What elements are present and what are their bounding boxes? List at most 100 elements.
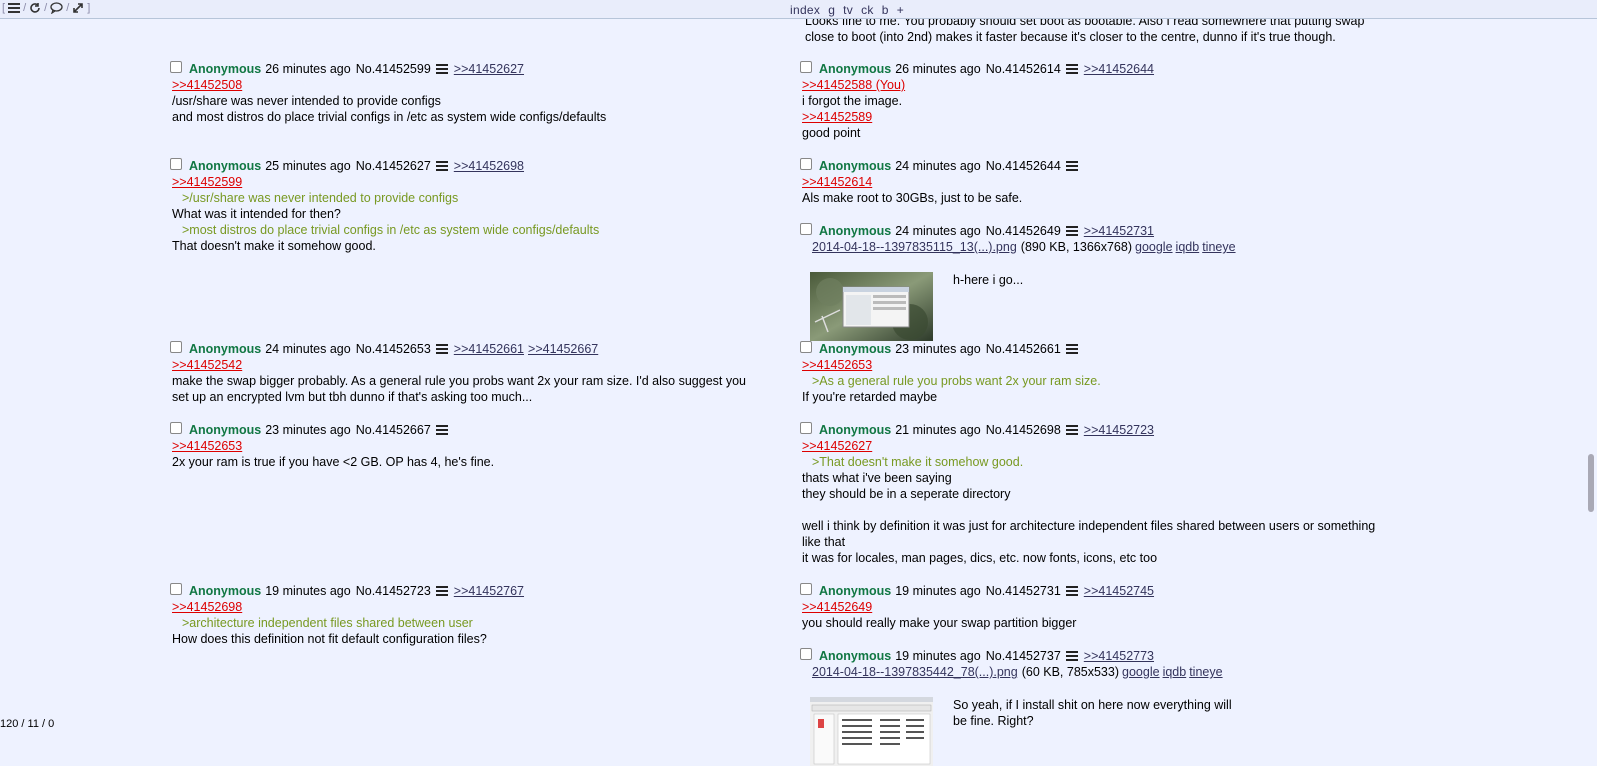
nav-link-tv[interactable]: tv <box>843 3 853 17</box>
quote-link[interactable]: >>41452508 <box>172 77 606 93</box>
post-text-line: it was for locales, man pages, dics, etc… <box>802 551 1158 565</box>
nav-link-add[interactable]: + <box>897 3 904 17</box>
expand-icon[interactable] <box>72 2 84 14</box>
image-thumbnail[interactable] <box>810 697 933 766</box>
nav-link-g[interactable]: g <box>828 3 835 17</box>
post-number[interactable]: No.41452627 <box>356 158 431 174</box>
scrollbar[interactable] <box>1583 19 1597 730</box>
search-link-google[interactable]: google <box>1122 665 1160 679</box>
post-body: >>41452508/usr/share was never intended … <box>170 77 606 125</box>
post-number[interactable]: No.41452723 <box>356 583 431 599</box>
post-menu-icon[interactable] <box>1065 586 1078 596</box>
backlink[interactable]: >>41452745 <box>1084 583 1154 599</box>
post-checkbox[interactable] <box>800 583 812 595</box>
post-menu-icon[interactable] <box>1065 226 1078 236</box>
backlink[interactable]: >>41452723 <box>1084 422 1154 438</box>
post-text-line: Als make root to 30GBs, just to be safe. <box>802 191 1023 205</box>
scrollbar-thumb[interactable] <box>1588 454 1594 512</box>
post-checkbox[interactable] <box>170 61 182 73</box>
post-body: >>41452649 you should really make your sw… <box>800 599 1158 631</box>
search-link-tineye[interactable]: tineye <box>1202 240 1235 254</box>
post-header: Anonymous 25 minutes ago No.41452627 >>4145… <box>170 158 599 174</box>
post-checkbox[interactable] <box>800 341 812 353</box>
post-menu-icon[interactable] <box>435 344 448 354</box>
post-checkbox[interactable] <box>800 61 812 73</box>
nav-link-ck[interactable]: ck <box>861 3 874 17</box>
nav-link-index[interactable]: index <box>790 3 820 17</box>
post-number[interactable]: No.41452644 <box>986 158 1061 174</box>
backlink[interactable]: >>41452698 <box>454 158 524 174</box>
post-checkbox[interactable] <box>800 648 812 660</box>
backlink[interactable]: >>41452644 <box>1084 61 1154 77</box>
file-link[interactable]: 2014-04-18--1397835115_13(...).png <box>812 240 1017 254</box>
poster-name: Anonymous <box>189 159 262 173</box>
post-menu-icon[interactable] <box>1065 425 1078 435</box>
post-number[interactable]: No.41452649 <box>986 223 1061 239</box>
quote-link[interactable]: >>41452588 (You) <box>802 77 1158 93</box>
quote-link[interactable]: >>41452614 <box>802 174 1084 190</box>
post-menu-icon[interactable] <box>1065 344 1078 354</box>
post: Anonymous 24 minutes ago No.41452653 >>4145… <box>170 341 746 405</box>
post-checkbox[interactable] <box>800 223 812 235</box>
post-number[interactable]: No.41452661 <box>986 341 1061 357</box>
quote-link[interactable]: >>41452599 <box>172 174 599 190</box>
backlink[interactable]: >>41452627 <box>454 61 524 77</box>
post-number[interactable]: No.41452599 <box>356 61 431 77</box>
quote-link[interactable]: >>41452542 <box>172 357 746 373</box>
post-number[interactable]: No.41452653 <box>356 341 431 357</box>
search-link-iqdb[interactable]: iqdb <box>1176 240 1200 254</box>
post-body: >>41452653 2x your ram is true if you hav… <box>170 438 494 470</box>
post-time: 26 minutes ago <box>895 62 981 76</box>
post-menu-icon[interactable] <box>1065 64 1078 74</box>
quote-link[interactable]: >>41452653 <box>802 357 1101 373</box>
menu-icon[interactable] <box>8 3 21 13</box>
post-menu-icon[interactable] <box>1065 161 1078 171</box>
post-checkbox[interactable] <box>170 341 182 353</box>
post-checkbox[interactable] <box>170 583 182 595</box>
backlink[interactable]: >>41452667 <box>528 341 598 357</box>
file-link[interactable]: 2014-04-18--1397835442_78(...).png <box>812 665 1018 679</box>
quote-link[interactable]: >>41452589 <box>802 109 1158 125</box>
post-header: Anonymous 26 minutes ago No.41452599 >>4145… <box>170 61 606 77</box>
post-menu-icon[interactable] <box>1065 651 1078 661</box>
poster-name: Anonymous <box>819 649 892 663</box>
backlink[interactable]: >>41452767 <box>454 583 524 599</box>
post-checkbox[interactable] <box>800 422 812 434</box>
post-header: Anonymous 23 minutes ago No.41452667 <box>170 422 494 438</box>
post: Anonymous 19 minutes ago No.41452737 >>4145… <box>800 648 1232 766</box>
post-menu-icon[interactable] <box>435 161 448 171</box>
post-menu-icon[interactable] <box>435 64 448 74</box>
search-link-iqdb[interactable]: iqdb <box>1163 665 1187 679</box>
post-menu-icon[interactable] <box>435 425 448 435</box>
post-text-line: they should be in a seperate directory <box>802 487 1011 501</box>
comment-icon[interactable] <box>50 2 63 14</box>
quote-link[interactable]: >>41452627 <box>802 438 1375 454</box>
post-number[interactable]: No.41452737 <box>986 648 1061 664</box>
nav-link-b[interactable]: b <box>882 3 889 17</box>
post-checkbox[interactable] <box>170 158 182 170</box>
post-text-line: h-here i go... <box>953 273 1024 287</box>
backlink[interactable]: >>41452661 <box>454 341 524 357</box>
refresh-icon[interactable] <box>29 2 41 14</box>
post-number[interactable]: No.41452731 <box>986 583 1061 599</box>
backlink[interactable]: >>41452731 <box>1084 223 1154 239</box>
post-checkbox[interactable] <box>800 158 812 170</box>
search-link-google[interactable]: google <box>1135 240 1173 254</box>
post-time: 21 minutes ago <box>895 423 981 437</box>
quote-link[interactable]: >>41452653 <box>172 438 494 454</box>
post: Anonymous 24 minutes ago No.41452644 >>4145… <box>800 158 1084 206</box>
post-number[interactable]: No.41452667 <box>356 422 431 438</box>
post-menu-icon[interactable] <box>435 586 448 596</box>
post-number[interactable]: No.41452614 <box>986 61 1061 77</box>
image-thumbnail[interactable] <box>810 272 933 341</box>
post-number[interactable]: No.41452698 <box>986 422 1061 438</box>
separator: / <box>44 2 48 14</box>
search-link-tineye[interactable]: tineye <box>1189 665 1222 679</box>
quote-link[interactable]: >>41452649 <box>802 599 1158 615</box>
quote-link[interactable]: >>41452698 <box>172 599 528 615</box>
post-checkbox[interactable] <box>170 422 182 434</box>
post-body: >>41452542 make the swap bigger probably.… <box>170 357 746 405</box>
post-text-line: set up an encrypted lvm but tbh dunno if… <box>172 390 533 404</box>
backlink[interactable]: >>41452773 <box>1084 648 1154 664</box>
post-header: Anonymous 24 minutes ago No.41452644 <box>800 158 1084 174</box>
